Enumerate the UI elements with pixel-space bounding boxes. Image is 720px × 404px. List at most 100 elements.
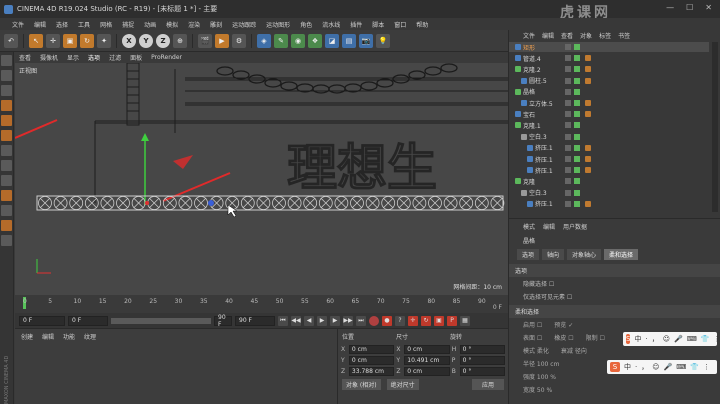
object-row[interactable]: 挤压.1 bbox=[509, 165, 709, 175]
tweak-mode-icon[interactable] bbox=[1, 160, 12, 171]
start-frame-field[interactable]: 0 F bbox=[19, 315, 65, 326]
attribute-menu-item[interactable]: 编辑 bbox=[543, 222, 555, 231]
tag-icon[interactable] bbox=[585, 66, 591, 73]
tag-icon[interactable] bbox=[585, 200, 591, 207]
live-selection-icon[interactable]: ↖ bbox=[29, 33, 43, 48]
ime-button[interactable]: ☺ bbox=[663, 335, 670, 343]
soft-selection-param[interactable]: 橡皮 ☐ bbox=[554, 333, 573, 342]
end-frame-field[interactable]: 90 F bbox=[235, 315, 275, 326]
menu-item[interactable]: 编辑 bbox=[34, 20, 46, 29]
soft-selection-param[interactable]: 半径 100 cm bbox=[523, 359, 559, 368]
viewport[interactable]: 正视图 理想生 网格间距：10 cm bbox=[15, 63, 508, 295]
editor-visibility-icon[interactable] bbox=[565, 133, 571, 140]
key-rotation-icon[interactable]: ↻ bbox=[421, 315, 431, 326]
play-icon[interactable]: ▶ bbox=[317, 315, 327, 326]
viewport-menu-item[interactable]: 面板 bbox=[130, 53, 142, 62]
rotate-tool-icon[interactable]: ↻ bbox=[80, 33, 94, 48]
tag-icon[interactable] bbox=[585, 167, 591, 174]
soft-selection-param[interactable]: 衰减 径向 bbox=[561, 346, 587, 355]
make-editable-icon[interactable] bbox=[1, 55, 12, 66]
attribute-tab[interactable]: 对象轴心 bbox=[567, 249, 602, 260]
ime-button[interactable]: ☺ bbox=[652, 363, 659, 371]
rotation-gizmo-icon[interactable] bbox=[173, 155, 193, 169]
object-menu-item[interactable]: 标签 bbox=[599, 31, 611, 40]
enabled-check-icon[interactable] bbox=[574, 189, 580, 196]
object-row[interactable]: 立方体.5 bbox=[509, 98, 709, 108]
editor-visibility-icon[interactable] bbox=[565, 77, 571, 84]
autokey-icon[interactable]: ● bbox=[382, 315, 392, 326]
object-row[interactable]: 克隆 bbox=[509, 176, 709, 186]
viewport-menu-item[interactable]: 选项 bbox=[88, 53, 100, 62]
soft-selection-param[interactable]: 启用 ☐ bbox=[523, 320, 542, 329]
polygons-mode-icon[interactable] bbox=[1, 130, 12, 141]
menu-item[interactable]: 运动跟踪 bbox=[232, 20, 256, 29]
rotation-field[interactable]: 0 ° bbox=[459, 367, 506, 376]
camera-icon[interactable]: 📷 bbox=[359, 33, 373, 48]
menu-item[interactable]: 模拟 bbox=[166, 20, 178, 29]
menu-item[interactable]: 动画 bbox=[144, 20, 156, 29]
soft-selection-param[interactable]: 模式 柔化 bbox=[523, 346, 549, 355]
move-tool-icon[interactable]: ✛ bbox=[46, 33, 60, 48]
object-row[interactable]: 管道.4 bbox=[509, 53, 709, 63]
menu-item[interactable]: 捕捉 bbox=[122, 20, 134, 29]
soft-selection-param[interactable]: 预览 ✓ bbox=[554, 320, 573, 329]
menu-item[interactable]: 角色 bbox=[300, 20, 312, 29]
enabled-check-icon[interactable] bbox=[574, 178, 580, 185]
render-picture-viewer-icon[interactable]: ▶ bbox=[215, 33, 229, 48]
ime-button[interactable]: 👕 bbox=[701, 335, 710, 343]
menu-item[interactable]: 雕刻 bbox=[210, 20, 222, 29]
key-pla-icon[interactable]: ▦ bbox=[460, 315, 470, 326]
maximize-button[interactable]: ☐ bbox=[686, 3, 693, 12]
enabled-check-icon[interactable] bbox=[574, 100, 580, 106]
ime-button[interactable]: ， bbox=[652, 334, 659, 344]
object-row[interactable]: 克隆.2 bbox=[509, 64, 709, 74]
coordinate-mode-dropdown[interactable]: 对象 (相对) bbox=[342, 379, 381, 390]
editor-visibility-icon[interactable] bbox=[565, 200, 571, 207]
size-field[interactable]: 0 cm bbox=[404, 367, 450, 376]
editor-visibility-icon[interactable] bbox=[565, 178, 571, 185]
lattice-point-selected[interactable] bbox=[208, 200, 214, 206]
ime-button[interactable]: ⋮ bbox=[714, 335, 720, 343]
enabled-check-icon[interactable] bbox=[574, 133, 580, 140]
size-field[interactable]: 10.491 cm bbox=[404, 356, 450, 365]
viewport-menu-item[interactable]: 显示 bbox=[67, 53, 79, 62]
object-menu-item[interactable]: 书签 bbox=[618, 31, 630, 40]
viewport-menu-item[interactable]: ProRender bbox=[151, 54, 182, 61]
x-axis-button[interactable]: X bbox=[122, 33, 136, 48]
menu-item[interactable]: 选择 bbox=[56, 20, 68, 29]
ime-toolbar[interactable]: S 中 · ， ☺ 🎤 ⌨ 👕 ⋮ bbox=[607, 360, 717, 374]
editor-visibility-icon[interactable] bbox=[565, 55, 571, 62]
ime-button[interactable]: · bbox=[635, 363, 637, 371]
viewport-menu-item[interactable]: 查看 bbox=[19, 53, 31, 62]
menu-item[interactable]: 工具 bbox=[78, 20, 90, 29]
object-row[interactable]: 晶格 bbox=[509, 87, 709, 97]
editor-visibility-icon[interactable] bbox=[565, 167, 571, 174]
menu-item[interactable]: 窗口 bbox=[394, 20, 406, 29]
viewport-menu-item[interactable]: 摄像机 bbox=[40, 53, 58, 62]
attribute-menu-item[interactable]: 模式 bbox=[523, 222, 535, 231]
menu-item[interactable]: 文件 bbox=[12, 20, 24, 29]
axis-mode-icon[interactable] bbox=[1, 145, 12, 156]
deformer-icon[interactable]: ◪ bbox=[325, 33, 339, 48]
range-end-marker[interactable]: 90 F bbox=[214, 314, 232, 328]
soft-selection-param[interactable]: 限制 ☐ bbox=[586, 333, 605, 342]
soft-selection-param[interactable]: 强度 100 % bbox=[523, 372, 556, 381]
soft-selection-param[interactable]: 宽度 50 % bbox=[523, 385, 552, 394]
rotation-field[interactable]: 0 ° bbox=[459, 345, 506, 354]
editor-visibility-icon[interactable] bbox=[565, 144, 571, 151]
recent-tool-icon[interactable]: ✦ bbox=[97, 33, 111, 48]
material-menu-item[interactable]: 创建 bbox=[21, 332, 33, 341]
editor-visibility-icon[interactable] bbox=[565, 66, 571, 73]
snap-icon[interactable] bbox=[1, 175, 12, 186]
cube-object-icon[interactable]: ◈ bbox=[257, 33, 271, 48]
object-menu-item[interactable]: 对象 bbox=[580, 31, 592, 40]
spline-pen-icon[interactable]: ✎ bbox=[274, 33, 288, 48]
enabled-check-icon[interactable] bbox=[574, 144, 580, 151]
object-menu-item[interactable]: 编辑 bbox=[542, 31, 554, 40]
ime-button[interactable]: 中 bbox=[634, 334, 641, 344]
position-field[interactable]: 0 cm bbox=[348, 356, 395, 365]
render-settings-icon[interactable]: ⚙ bbox=[232, 33, 246, 48]
minimize-button[interactable]: — bbox=[666, 3, 674, 12]
key-position-icon[interactable]: ✛ bbox=[408, 315, 418, 326]
tag-icon[interactable] bbox=[585, 77, 591, 84]
